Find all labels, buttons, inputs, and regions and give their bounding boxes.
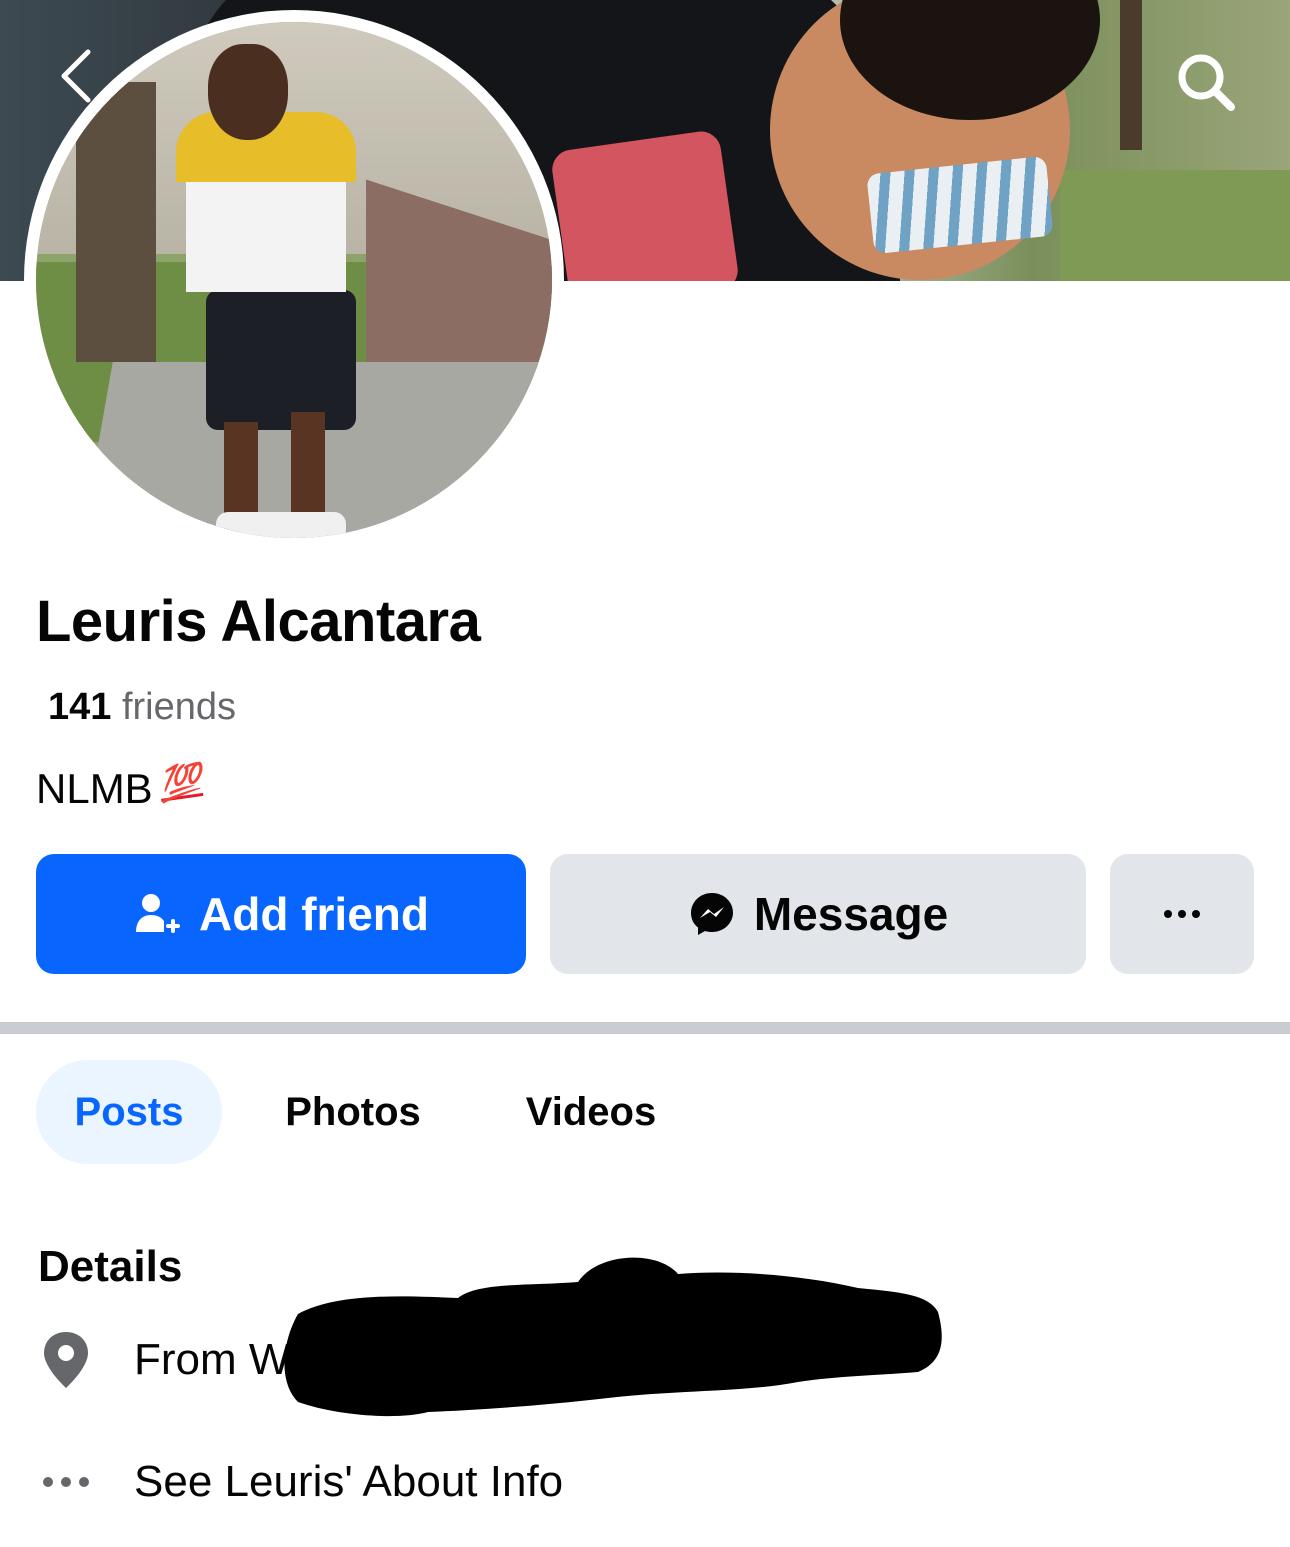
bio-text: NLMB xyxy=(36,765,153,812)
tab-posts[interactable]: Posts xyxy=(36,1060,222,1164)
more-options-button[interactable] xyxy=(1110,854,1254,974)
tab-videos[interactable]: Videos xyxy=(500,1060,682,1164)
cover-tree xyxy=(1120,0,1142,150)
avatar-head xyxy=(208,44,288,140)
add-person-icon xyxy=(136,894,180,933)
avatar-tree xyxy=(76,82,156,362)
redaction-scribble xyxy=(278,1252,942,1420)
message-button[interactable]: Message xyxy=(550,854,1086,974)
about-info-row[interactable]: See Leuris' About Info xyxy=(36,1452,563,1512)
cover-lawn xyxy=(1060,170,1290,281)
friends-count-label: friends xyxy=(121,686,237,728)
location-pin-icon xyxy=(36,1330,96,1390)
avatar-shorts xyxy=(206,290,356,430)
profile-bio: NLMB 💯 xyxy=(36,761,203,813)
more-horizontal-icon xyxy=(1164,910,1200,918)
about-info-link[interactable]: See Leuris' About Info xyxy=(134,1457,563,1507)
search-icon xyxy=(1178,54,1235,111)
add-friend-label: Add friend xyxy=(199,888,429,940)
hundred-points-emoji: 💯 xyxy=(156,761,204,805)
chevron-left-icon xyxy=(61,49,91,103)
avatar-shoes xyxy=(216,512,346,538)
message-label: Message xyxy=(753,888,949,940)
back-button[interactable] xyxy=(46,46,106,106)
search-button[interactable] xyxy=(1170,46,1242,118)
cover-patch xyxy=(549,128,741,281)
add-friend-button[interactable]: Add friend xyxy=(36,854,526,974)
details-heading: Details xyxy=(38,1242,183,1291)
more-horizontal-icon xyxy=(36,1452,96,1512)
profile-picture[interactable] xyxy=(36,22,552,538)
profile-name: Leuris Alcantara xyxy=(36,589,481,654)
messenger-icon xyxy=(690,893,733,935)
section-divider xyxy=(0,1022,1290,1034)
friends-count[interactable]: 141 friends xyxy=(48,686,236,729)
tab-photos[interactable]: Photos xyxy=(262,1060,444,1164)
friends-count-number: 141 xyxy=(48,686,112,728)
avatar-shirt xyxy=(186,182,346,292)
